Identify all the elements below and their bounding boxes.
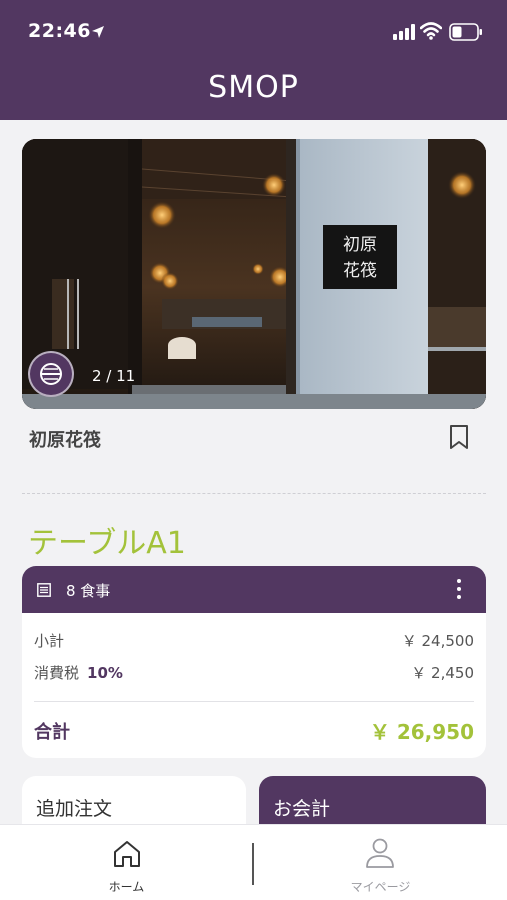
user-icon (366, 838, 394, 868)
signal-icon (393, 24, 415, 40)
tax-label-group: 消費税 10% (34, 662, 123, 683)
location-arrow-icon (92, 26, 104, 38)
tax-value: ￥ 2,450 (411, 664, 474, 682)
tab-home-label: ホーム (108, 880, 145, 894)
tab-mypage[interactable]: マイページ (254, 825, 507, 900)
bookmark-icon[interactable] (448, 424, 470, 450)
status-bar: 22:46 (0, 0, 507, 64)
home-icon (114, 841, 140, 867)
add-order-label: 追加注文 (36, 798, 113, 820)
total-divider (34, 701, 474, 702)
battery-icon (449, 23, 482, 41)
sign-text-top: 初原 (343, 235, 377, 255)
order-summary-header: 8 食事 (22, 566, 486, 613)
tab-home[interactable]: ホーム (0, 825, 253, 900)
total-label: 合計 (34, 722, 70, 743)
table-title: テーブルA1 (28, 526, 186, 561)
subtotal-value: ￥ 24,500 (401, 632, 474, 650)
meal-count: 8 食事 (66, 582, 111, 600)
section-divider (22, 493, 486, 494)
bottom-tab-bar: ホーム マイページ (0, 824, 507, 900)
app-logo: SMOP (208, 70, 299, 105)
app-header: 22:46 SMOP (0, 0, 507, 120)
receipt-list-icon (37, 583, 51, 597)
shop-name: 初原花筏 (29, 430, 101, 451)
wifi-icon (420, 22, 442, 40)
shop-badge[interactable] (28, 351, 74, 397)
status-time: 22:46 (28, 20, 91, 42)
shop-photo-carousel[interactable]: 初原 花筏 2 / 11 (22, 139, 486, 409)
more-options-icon[interactable] (454, 578, 464, 600)
checkout-label: お会計 (273, 798, 331, 820)
order-summary-card: 8 食事 小計 ￥ 24,500 消費税 10% ￥ 2,450 合計 ￥ 26,… (22, 566, 486, 758)
tax-label: 消費税 (34, 664, 80, 682)
total-value: ￥ 26,950 (369, 720, 474, 744)
photo-counter: 2 / 11 (92, 367, 136, 385)
subtotal-label: 小計 (34, 632, 65, 650)
shop-badge-icon (40, 363, 62, 385)
tax-rate: 10% (87, 664, 123, 682)
tab-mypage-label: マイページ (350, 880, 411, 894)
sign-text-bottom: 花筏 (343, 261, 377, 281)
